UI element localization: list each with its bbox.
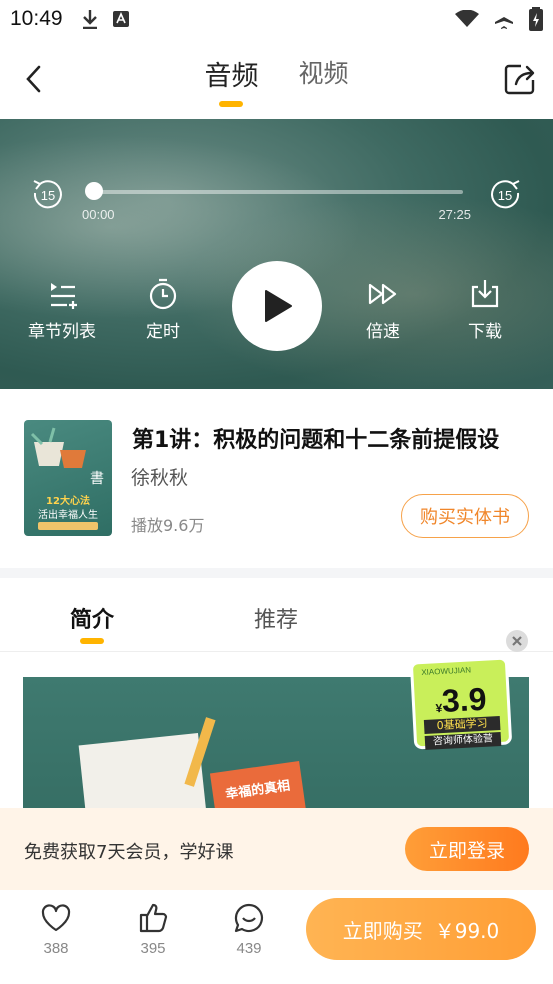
play-button[interactable]: [232, 261, 322, 351]
buy-physical-book-button[interactable]: 购买实体书: [401, 494, 529, 538]
fast-forward-icon: [368, 283, 397, 305]
timer-icon: [149, 278, 177, 310]
book-info: 書 12大心法 活出幸福人生 第1讲：积极的问题和十二条前提假设 徐秋秋 播放9…: [0, 390, 553, 568]
cover-line1: 12大心法: [46, 496, 90, 507]
download-label: 下载: [468, 322, 502, 342]
svg-text:15: 15: [41, 188, 55, 203]
comment-button[interactable]: 439: [219, 902, 279, 957]
cover-line2: 活出幸福人生: [38, 510, 98, 521]
thumbs-up-icon: [139, 903, 168, 933]
skip-forward-15-icon: 15: [491, 180, 520, 209]
speed-button[interactable]: 倍速: [366, 277, 400, 342]
progress-thumb[interactable]: [85, 182, 103, 200]
wifi-icon: [455, 10, 479, 27]
promo-price-value: 3.9: [441, 680, 488, 719]
skip-forward-button[interactable]: 15: [487, 177, 523, 213]
skip-back-15-icon: 15: [33, 180, 62, 209]
header: 音频 视频: [0, 40, 553, 118]
comment-count: 439: [236, 940, 262, 957]
chapters-button[interactable]: 章节列表: [28, 277, 96, 342]
heart-icon: [41, 904, 71, 932]
close-icon: [512, 636, 522, 646]
timer-button[interactable]: 定时: [146, 277, 180, 342]
download-button[interactable]: 下载: [468, 277, 502, 342]
promo-brand: XIAOWUJIAN: [421, 665, 472, 678]
share-button[interactable]: [503, 62, 537, 96]
thumbs-up-button[interactable]: 395: [123, 902, 183, 957]
thumbs-up-count: 395: [140, 940, 166, 957]
audio-player: 15 15 00:00 27:25 章节列表 定时 倍速 下载: [0, 119, 553, 389]
play-icon: [265, 290, 292, 322]
total-time: 27:25: [438, 207, 471, 222]
content-tabs: 简介 推荐: [0, 580, 553, 652]
download-icon: [471, 280, 499, 308]
svg-text:15: 15: [498, 188, 512, 203]
member-promo-bar: 免费获取7天会员，学好课 立即登录: [0, 808, 553, 890]
speed-label: 倍速: [366, 322, 400, 342]
buy-now-button[interactable]: 立即购买 ￥99.0: [306, 898, 536, 960]
promo-close-button[interactable]: [506, 630, 528, 652]
skip-back-button[interactable]: 15: [30, 177, 66, 213]
share-icon: [504, 64, 535, 95]
battery-icon: [529, 7, 543, 31]
current-time: 00:00: [82, 207, 115, 222]
cover-strip: [38, 522, 98, 530]
section-divider: [0, 568, 553, 578]
promo-price: ¥3.9: [414, 680, 508, 722]
play-count: 播放9.6万: [131, 516, 205, 535]
status-time: 10:49: [10, 7, 63, 30]
chapters-label: 章节列表: [28, 322, 96, 342]
book-cover[interactable]: 書 12大心法 活出幸福人生: [24, 420, 112, 536]
promo-subtitle: 咨询师体验营: [424, 731, 502, 750]
font-status-icon: [112, 11, 129, 27]
cover-char: 書: [90, 471, 104, 487]
chapter-list-icon: [51, 283, 77, 309]
bottom-action-bar: 388 395 439 立即购买 ￥99.0: [0, 890, 553, 984]
timer-label: 定时: [146, 322, 180, 342]
status-bar: 10:49: [0, 0, 553, 38]
author-name[interactable]: 徐秋秋: [131, 463, 188, 490]
media-tabs: 音频 视频: [0, 54, 553, 107]
promo-title: 0基础学习: [423, 715, 501, 734]
tab-video[interactable]: 视频: [298, 54, 348, 107]
tab-intro[interactable]: 简介: [70, 602, 114, 634]
member-promo-text: 免费获取7天会员，学好课: [24, 842, 234, 863]
promo-badge[interactable]: XIAOWUJIAN ¥3.9 0基础学习 咨询师体验营: [409, 655, 513, 750]
comment-icon: [234, 903, 264, 933]
buy-now-price: ￥99.0: [434, 918, 500, 943]
buy-now-label: 立即购买: [342, 918, 423, 943]
like-count: 388: [43, 940, 69, 957]
download-status-icon: [82, 10, 97, 29]
like-button[interactable]: 388: [26, 902, 86, 957]
tab-recommend[interactable]: 推荐: [254, 602, 298, 634]
tab-audio[interactable]: 音频: [204, 54, 258, 107]
progress-track[interactable]: [92, 190, 463, 194]
airplane-icon: [495, 9, 513, 29]
player-controls: 章节列表 定时 倍速 下载: [0, 259, 553, 359]
episode-title: 第1讲：积极的问题和十二条前提假设: [132, 428, 500, 453]
login-button[interactable]: 立即登录: [405, 827, 529, 871]
promo-box: XIAOWUJIAN ¥3.9 0基础学习 咨询师体验营: [409, 656, 513, 750]
